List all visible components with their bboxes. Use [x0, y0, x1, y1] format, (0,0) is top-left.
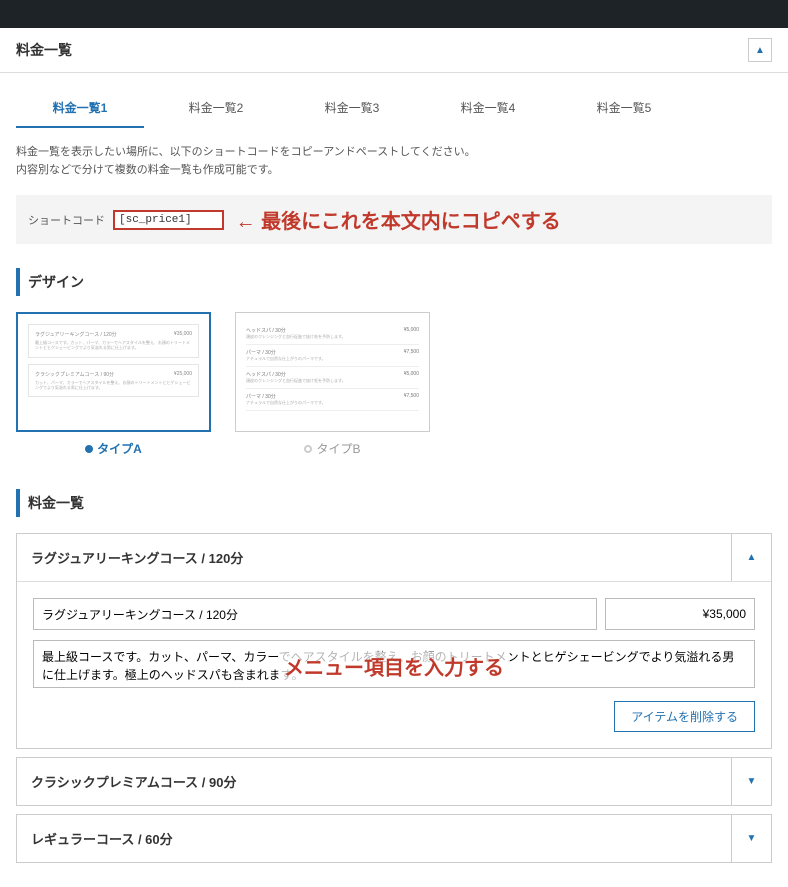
tab-price1[interactable]: 料金一覧1 [16, 89, 144, 128]
shortcode-row: ショートコード [sc_price1] ← 最後にこれを本文内にコピペする [16, 195, 772, 244]
tab-bar: 料金一覧1 料金一覧2 料金一覧3 料金一覧4 料金一覧5 [16, 89, 772, 128]
design-options: ラグジュアリーキングコース / 120分¥35,000 最上級コースです。カット… [16, 312, 772, 465]
tab-price2[interactable]: 料金一覧2 [152, 89, 280, 128]
chevron-down-icon: ▼ [747, 833, 757, 844]
delete-item-button[interactable]: アイテムを削除する [614, 701, 755, 732]
list-heading: 料金一覧 [16, 489, 772, 517]
radio-icon [85, 445, 93, 453]
annotation-shortcode: ← 最後にこれを本文内にコピペする [236, 205, 561, 234]
panel-expand-button[interactable]: ▼ [731, 758, 771, 805]
chevron-down-icon: ▼ [747, 776, 757, 787]
panel-header: ラグジュアリーキングコース / 120分 ▲ [17, 534, 771, 581]
panel-expand-button[interactable]: ▼ [731, 815, 771, 862]
chevron-up-icon: ▲ [755, 45, 765, 56]
course-description-input[interactable] [33, 640, 755, 688]
preview-card: クラシックプレミアムコース / 90分¥25,000 カット、パーマ、カラーでヘ… [28, 364, 199, 397]
panel-title: レギュラーコース / 60分 [17, 815, 731, 862]
design-preview-a: ラグジュアリーキングコース / 120分¥35,000 最上級コースです。カット… [16, 312, 211, 432]
preview-list-row: パーマ / 30分ナチュラルで自然な仕上がりのパーマです。¥7,500 [246, 389, 419, 411]
course-name-input[interactable] [33, 598, 597, 630]
design-label-b: タイプB [235, 432, 430, 465]
panel-title: クラシックプレミアムコース / 90分 [17, 758, 731, 805]
page-container: 料金一覧 ▲ 料金一覧1 料金一覧2 料金一覧3 料金一覧4 料金一覧5 料金一… [0, 28, 788, 887]
preview-list-row: ヘッドスパ / 30分頭皮のクレンジングと血行促進で抜け毛を予防します。¥5,0… [246, 367, 419, 389]
admin-top-strip [0, 0, 788, 28]
tab-price3[interactable]: 料金一覧3 [288, 89, 416, 128]
design-type-b[interactable]: ヘッドスパ / 30分頭皮のクレンジングと血行促進で抜け毛を予防します。¥5,0… [235, 312, 430, 465]
price-item-panel-3: レギュラーコース / 60分 ▼ [16, 814, 772, 863]
tab-price4[interactable]: 料金一覧4 [424, 89, 552, 128]
desc-wrap: メニュー項目を入力する [33, 640, 755, 691]
metabox-header: 料金一覧 ▲ [0, 28, 788, 73]
panel-header: レギュラーコース / 60分 ▼ [17, 815, 771, 862]
design-label-b-text: タイプB [316, 440, 360, 457]
design-type-a[interactable]: ラグジュアリーキングコース / 120分¥35,000 最上級コースです。カット… [16, 312, 211, 465]
preview-list-row: パーマ / 30分ナチュラルで自然な仕上がりのパーマです。¥7,500 [246, 345, 419, 367]
design-heading: デザイン [16, 268, 772, 296]
instruction-line1: 料金一覧を表示したい場所に、以下のショートコードをコピーアンドペーストしてくださ… [16, 144, 772, 162]
shortcode-label: ショートコード [28, 212, 105, 228]
instruction-line2: 内容別などで分けて複数の料金一覧も作成可能です。 [16, 162, 772, 180]
panel-header: クラシックプレミアムコース / 90分 ▼ [17, 758, 771, 805]
content: 料金一覧1 料金一覧2 料金一覧3 料金一覧4 料金一覧5 料金一覧を表示したい… [0, 73, 788, 887]
course-price-input[interactable] [605, 598, 755, 630]
instruction-text: 料金一覧を表示したい場所に、以下のショートコードをコピーアンドペーストしてくださ… [16, 144, 772, 179]
price-item-panel-1: ラグジュアリーキングコース / 120分 ▲ メニュー項目を入力する アイテムを… [16, 533, 772, 749]
panel-collapse-button[interactable]: ▲ [731, 534, 771, 581]
chevron-up-icon: ▲ [747, 552, 757, 563]
radio-icon [304, 445, 312, 453]
collapse-toggle[interactable]: ▲ [748, 38, 772, 62]
shortcode-input[interactable]: [sc_price1] [113, 210, 224, 230]
name-price-row [33, 598, 755, 630]
panel-title: ラグジュアリーキングコース / 120分 [17, 534, 731, 581]
preview-card: ラグジュアリーキングコース / 120分¥35,000 最上級コースです。カット… [28, 324, 199, 357]
tab-price5[interactable]: 料金一覧5 [560, 89, 688, 128]
price-item-panel-2: クラシックプレミアムコース / 90分 ▼ [16, 757, 772, 806]
page-title: 料金一覧 [16, 40, 72, 60]
preview-list-row: ヘッドスパ / 30分頭皮のクレンジングと血行促進で抜け毛を予防します。¥5,0… [246, 323, 419, 345]
delete-row: アイテムを削除する [33, 701, 755, 732]
design-label-a: タイプA [16, 432, 211, 465]
design-preview-b: ヘッドスパ / 30分頭皮のクレンジングと血行促進で抜け毛を予防します。¥5,0… [235, 312, 430, 432]
panel-body: メニュー項目を入力する アイテムを削除する [17, 581, 771, 748]
design-label-a-text: タイプA [97, 440, 142, 457]
